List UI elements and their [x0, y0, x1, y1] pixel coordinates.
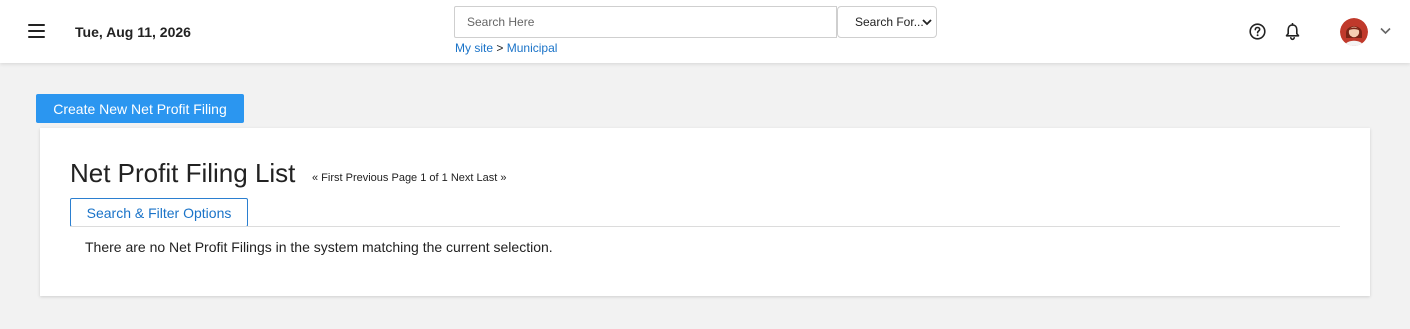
- empty-state-message: There are no Net Profit Filings in the s…: [85, 239, 553, 255]
- chevron-down-icon[interactable]: [1380, 27, 1391, 35]
- search-filter-options-button[interactable]: Search & Filter Options: [70, 198, 248, 227]
- avatar[interactable]: [1340, 18, 1368, 46]
- chevron-down-icon: [922, 19, 932, 26]
- net-profit-filing-list-card: Net Profit Filing List « First Previous …: [40, 128, 1370, 296]
- search-scope-select[interactable]: Search For...: [837, 6, 937, 38]
- pager-next-link[interactable]: Next: [451, 172, 474, 184]
- current-date: Tue, Aug 11, 2026: [75, 24, 191, 40]
- help-circle-icon[interactable]: [1249, 23, 1266, 40]
- create-new-net-profit-filing-button[interactable]: Create New Net Profit Filing: [36, 94, 244, 123]
- pager-first-link[interactable]: « First: [312, 172, 343, 184]
- pager-previous-link[interactable]: Previous: [346, 172, 389, 184]
- search-scope-selected: Search For...: [855, 15, 924, 29]
- breadcrumb: My site > Municipal: [455, 41, 557, 55]
- breadcrumb-separator: >: [496, 41, 504, 55]
- pagination: « First Previous Page 1 of 1 Next Last »: [312, 172, 506, 184]
- pager-page-text: Page 1 of 1: [391, 172, 448, 184]
- page-title: Net Profit Filing List: [70, 158, 296, 188]
- bell-icon[interactable]: [1284, 23, 1301, 41]
- top-bar: Tue, Aug 11, 2026 Search For... My site …: [0, 0, 1410, 63]
- breadcrumb-my-site[interactable]: My site: [455, 41, 493, 55]
- breadcrumb-municipal[interactable]: Municipal: [507, 41, 558, 55]
- pager-last-link[interactable]: Last »: [477, 172, 507, 184]
- hamburger-menu-icon[interactable]: [28, 24, 45, 38]
- divider: [70, 226, 1340, 227]
- search-input[interactable]: [454, 6, 837, 38]
